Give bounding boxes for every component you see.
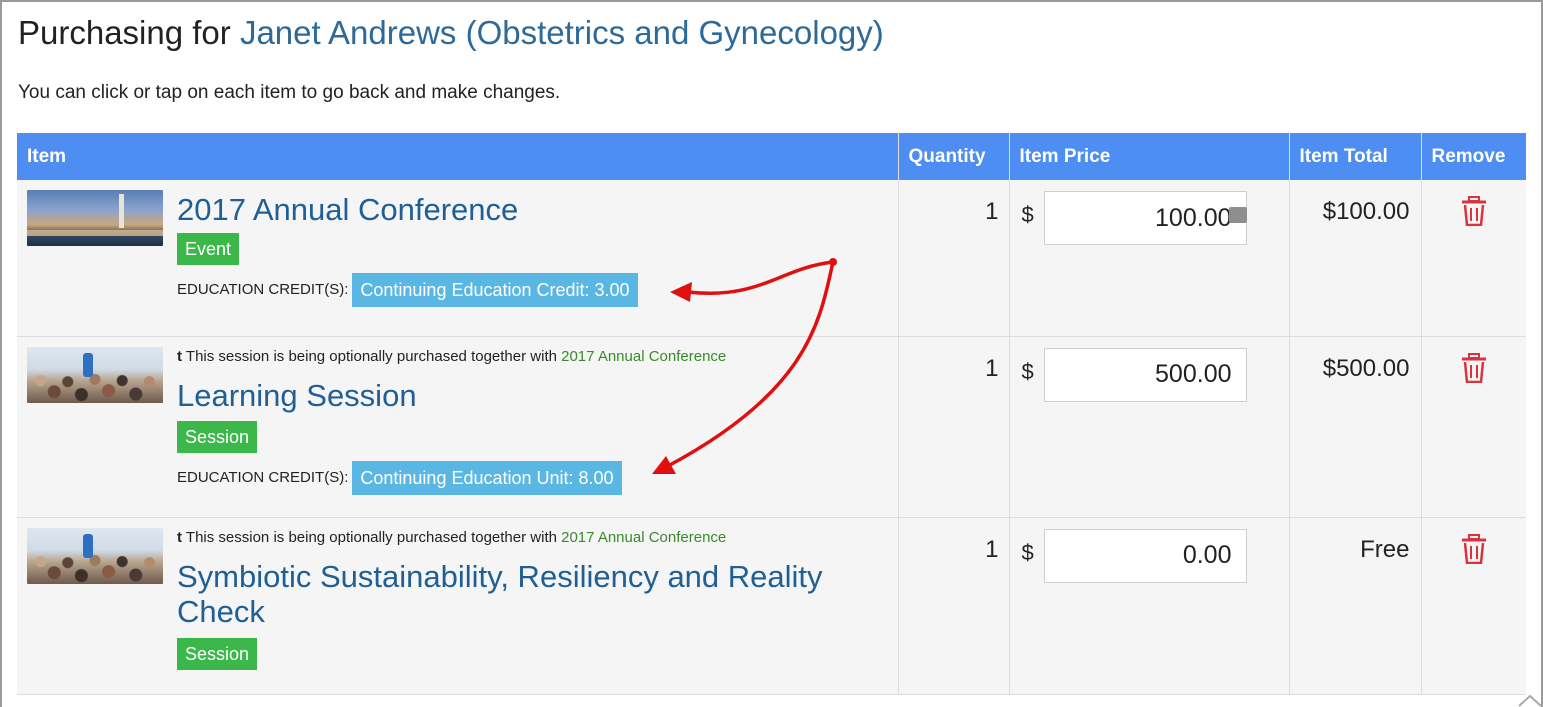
education-credits: EDUCATION CREDIT(S): Continuing Education… xyxy=(177,460,898,495)
customer-link[interactable]: Janet Andrews (Obstetrics and Gynecology… xyxy=(240,14,884,51)
item-price-input[interactable] xyxy=(1043,191,1247,245)
item-cell[interactable]: t This session is being optionally purch… xyxy=(17,517,899,695)
quantity-value: 1 xyxy=(898,180,1010,337)
parent-event-link[interactable]: 2017 Annual Conference xyxy=(561,348,726,365)
item-type-badge: Session xyxy=(177,637,258,670)
page-subtitle: You can click or tap on each item to go … xyxy=(18,82,561,103)
column-header-remove: Remove xyxy=(1421,133,1526,180)
note-icon: t xyxy=(177,347,182,365)
item-total-value: Free xyxy=(1289,517,1422,695)
education-credits: EDUCATION CREDIT(S): Continuing Education… xyxy=(177,273,898,307)
table-row[interactable]: t This session is being optionally purch… xyxy=(17,336,1526,518)
currency-symbol: $ xyxy=(1021,539,1034,565)
item-content: 2017 Annual Conference Event EDUCATION C… xyxy=(177,192,898,307)
item-name-link[interactable]: Learning Session xyxy=(177,378,898,413)
page-title: Purchasing for Janet Andrews (Obstetrics… xyxy=(18,14,884,52)
quantity-value: 1 xyxy=(898,517,1010,695)
bundle-note-text: This session is being optionally purchas… xyxy=(185,347,557,365)
item-thumbnail[interactable] xyxy=(27,190,163,246)
table-header-row: Item Quantity Item Price Item Total Remo… xyxy=(17,133,1526,180)
column-header-quantity: Quantity xyxy=(898,133,1010,180)
item-cell[interactable]: t This session is being optionally purch… xyxy=(17,336,899,518)
column-header-item: Item xyxy=(17,133,899,180)
cart-table: Item Quantity Item Price Item Total Remo… xyxy=(17,133,1526,695)
item-price-input[interactable] xyxy=(1043,528,1247,583)
remove-cell xyxy=(1421,180,1526,337)
bundle-note: t This session is being optionally purch… xyxy=(177,348,898,365)
quantity-value: 1 xyxy=(898,336,1010,518)
item-type-badge: Event xyxy=(177,233,240,265)
credit-badge: Continuing Education Credit: 3.00 xyxy=(352,273,638,307)
item-type-badge: Session xyxy=(177,420,258,453)
title-prefix: Purchasing for xyxy=(18,14,231,51)
item-total-value: $500.00 xyxy=(1289,336,1422,518)
trash-icon[interactable] xyxy=(1461,196,1487,231)
remove-cell xyxy=(1421,517,1526,695)
currency-symbol: $ xyxy=(1021,202,1034,227)
column-header-item-price: Item Price xyxy=(1009,133,1290,180)
trash-icon[interactable] xyxy=(1461,533,1487,569)
item-thumbnail[interactable] xyxy=(27,346,163,403)
resize-handle-icon[interactable] xyxy=(1517,693,1543,707)
bundle-note: t This session is being optionally purch… xyxy=(177,529,898,546)
currency-symbol: $ xyxy=(1021,358,1034,384)
trash-icon[interactable] xyxy=(1461,352,1487,388)
price-cell: $ xyxy=(1009,180,1290,337)
table-row[interactable]: 2017 Annual Conference Event EDUCATION C… xyxy=(17,180,1526,337)
credit-badge: Continuing Education Unit: 8.00 xyxy=(352,460,622,495)
item-content: t This session is being optionally purch… xyxy=(177,529,898,670)
item-name-link[interactable]: Symbiotic Sustainability, Resiliency and… xyxy=(177,559,898,629)
credits-label: EDUCATION CREDIT(S): xyxy=(177,468,349,486)
item-content: t This session is being optionally purch… xyxy=(177,348,898,495)
note-icon: t xyxy=(177,528,182,546)
column-header-item-total: Item Total xyxy=(1289,133,1422,180)
remove-cell xyxy=(1421,336,1526,518)
bundle-note-text: This session is being optionally purchas… xyxy=(185,528,557,546)
keyboard-icon xyxy=(1228,207,1247,223)
parent-event-link[interactable]: 2017 Annual Conference xyxy=(561,529,726,546)
price-cell: $ xyxy=(1009,517,1290,695)
item-thumbnail[interactable] xyxy=(27,527,163,584)
credits-label: EDUCATION CREDIT(S): xyxy=(177,280,349,298)
item-total-value: $100.00 xyxy=(1289,180,1422,337)
table-row[interactable]: t This session is being optionally purch… xyxy=(17,517,1526,695)
item-cell[interactable]: 2017 Annual Conference Event EDUCATION C… xyxy=(17,180,899,337)
price-cell: $ xyxy=(1009,336,1290,518)
item-price-input[interactable] xyxy=(1043,347,1247,402)
item-name-link[interactable]: 2017 Annual Conference xyxy=(177,192,898,227)
